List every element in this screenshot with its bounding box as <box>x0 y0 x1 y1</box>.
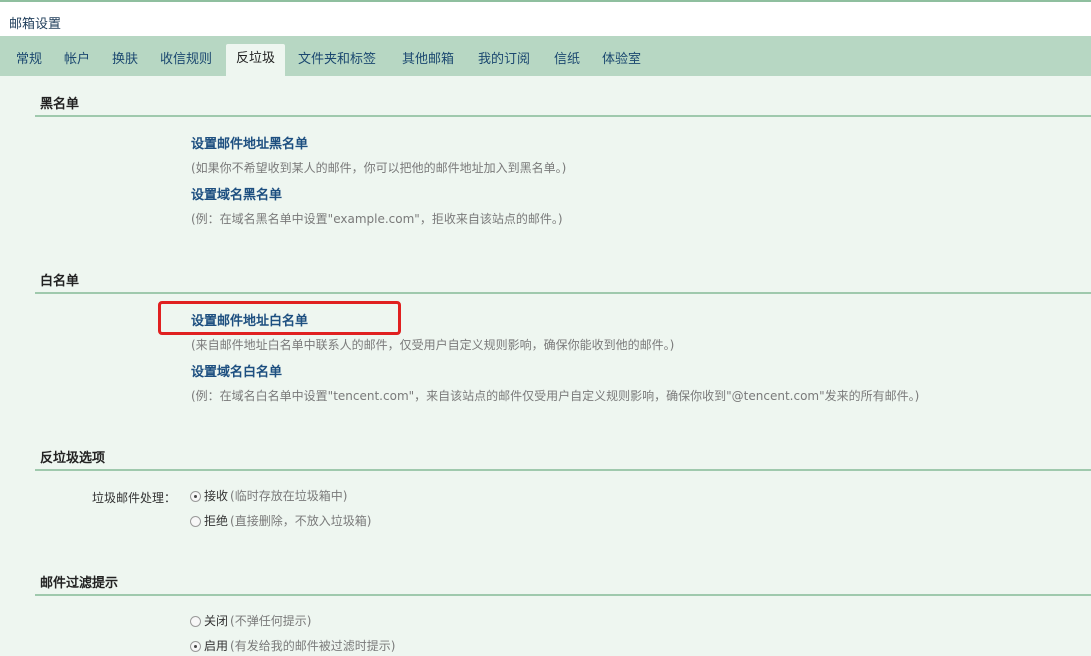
radio-unchecked-icon[interactable] <box>190 616 201 627</box>
radio-checked-icon[interactable] <box>190 641 201 652</box>
spam-handling-label: 垃圾邮件处理： <box>92 491 177 505</box>
blacklist-domain-link[interactable]: 设置域名黑名单 <box>191 184 282 203</box>
filter-notice-on-option[interactable]: 启用 (有发给我的邮件被过滤时提示) <box>190 637 395 653</box>
radio-note: (不弹任何提示) <box>230 614 312 628</box>
spam-accept-option[interactable]: 接收 (临时存放在垃圾箱中) <box>190 487 347 503</box>
antispam-title: 反垃圾选项 <box>40 451 106 466</box>
filter-notice-off-option[interactable]: 关闭 (不弹任何提示) <box>190 612 311 628</box>
radio-checked-icon[interactable] <box>190 491 201 502</box>
settings-tabbar: 常规 帐户 换肤 收信规则 反垃圾 文件夹和标签 其他邮箱 我的订阅 信纸 体验… <box>0 36 1091 76</box>
tab-skin[interactable]: 换肤 <box>112 46 138 76</box>
radio-note: (临时存放在垃圾箱中) <box>230 489 348 503</box>
radio-label: 启用 <box>204 639 229 653</box>
whitelist-title: 白名单 <box>40 274 80 289</box>
section-divider <box>35 115 1091 117</box>
tab-antispam[interactable]: 反垃圾 <box>226 44 286 76</box>
section-divider <box>35 292 1091 294</box>
page-title: 邮箱设置 <box>9 17 62 32</box>
whitelist-domain-desc: (例：在域名白名单中设置"tencent.com"，来自该站点的邮件仅受用户自定… <box>191 389 920 403</box>
blacklist-address-desc: (如果你不希望收到某人的邮件，你可以把他的邮件地址加入到黑名单。) <box>191 161 567 175</box>
spam-reject-option[interactable]: 拒绝 (直接删除，不放入垃圾箱) <box>190 512 371 528</box>
page-header: 邮箱设置 <box>0 2 1091 36</box>
highlight-box <box>158 301 401 335</box>
tab-stationery[interactable]: 信纸 <box>554 46 580 76</box>
radio-label: 关闭 <box>204 614 229 628</box>
whitelist-address-desc: (来自邮件地址白名单中联系人的邮件，仅受用户自定义规则影响，确保你能收到他的邮件… <box>191 338 675 352</box>
blacklist-address-link[interactable]: 设置邮件地址黑名单 <box>191 133 308 152</box>
tab-general[interactable]: 常规 <box>16 46 42 76</box>
blacklist-title: 黑名单 <box>40 97 80 112</box>
tab-account[interactable]: 帐户 <box>64 46 90 76</box>
whitelist-domain-link[interactable]: 设置域名白名单 <box>191 361 282 380</box>
settings-content: 黑名单 设置邮件地址黑名单 (如果你不希望收到某人的邮件，你可以把他的邮件地址加… <box>0 76 1091 656</box>
tab-other-mailbox[interactable]: 其他邮箱 <box>402 46 454 76</box>
radio-unchecked-icon[interactable] <box>190 516 201 527</box>
blacklist-domain-desc: (例：在域名黑名单中设置"example.com"，拒收来自该站点的邮件。) <box>191 212 563 226</box>
section-divider <box>35 594 1091 596</box>
tab-lab[interactable]: 体验室 <box>602 46 641 76</box>
radio-label: 拒绝 <box>204 514 229 528</box>
radio-note: (有发给我的邮件被过滤时提示) <box>230 639 396 653</box>
tab-mail-rules[interactable]: 收信规则 <box>160 46 212 76</box>
tab-folders-labels[interactable]: 文件夹和标签 <box>298 46 376 76</box>
radio-label: 接收 <box>204 489 229 503</box>
tab-subscriptions[interactable]: 我的订阅 <box>478 46 530 76</box>
filter-notice-title: 邮件过滤提示 <box>40 576 119 591</box>
section-divider <box>35 469 1091 471</box>
radio-note: (直接删除，不放入垃圾箱) <box>230 514 372 528</box>
